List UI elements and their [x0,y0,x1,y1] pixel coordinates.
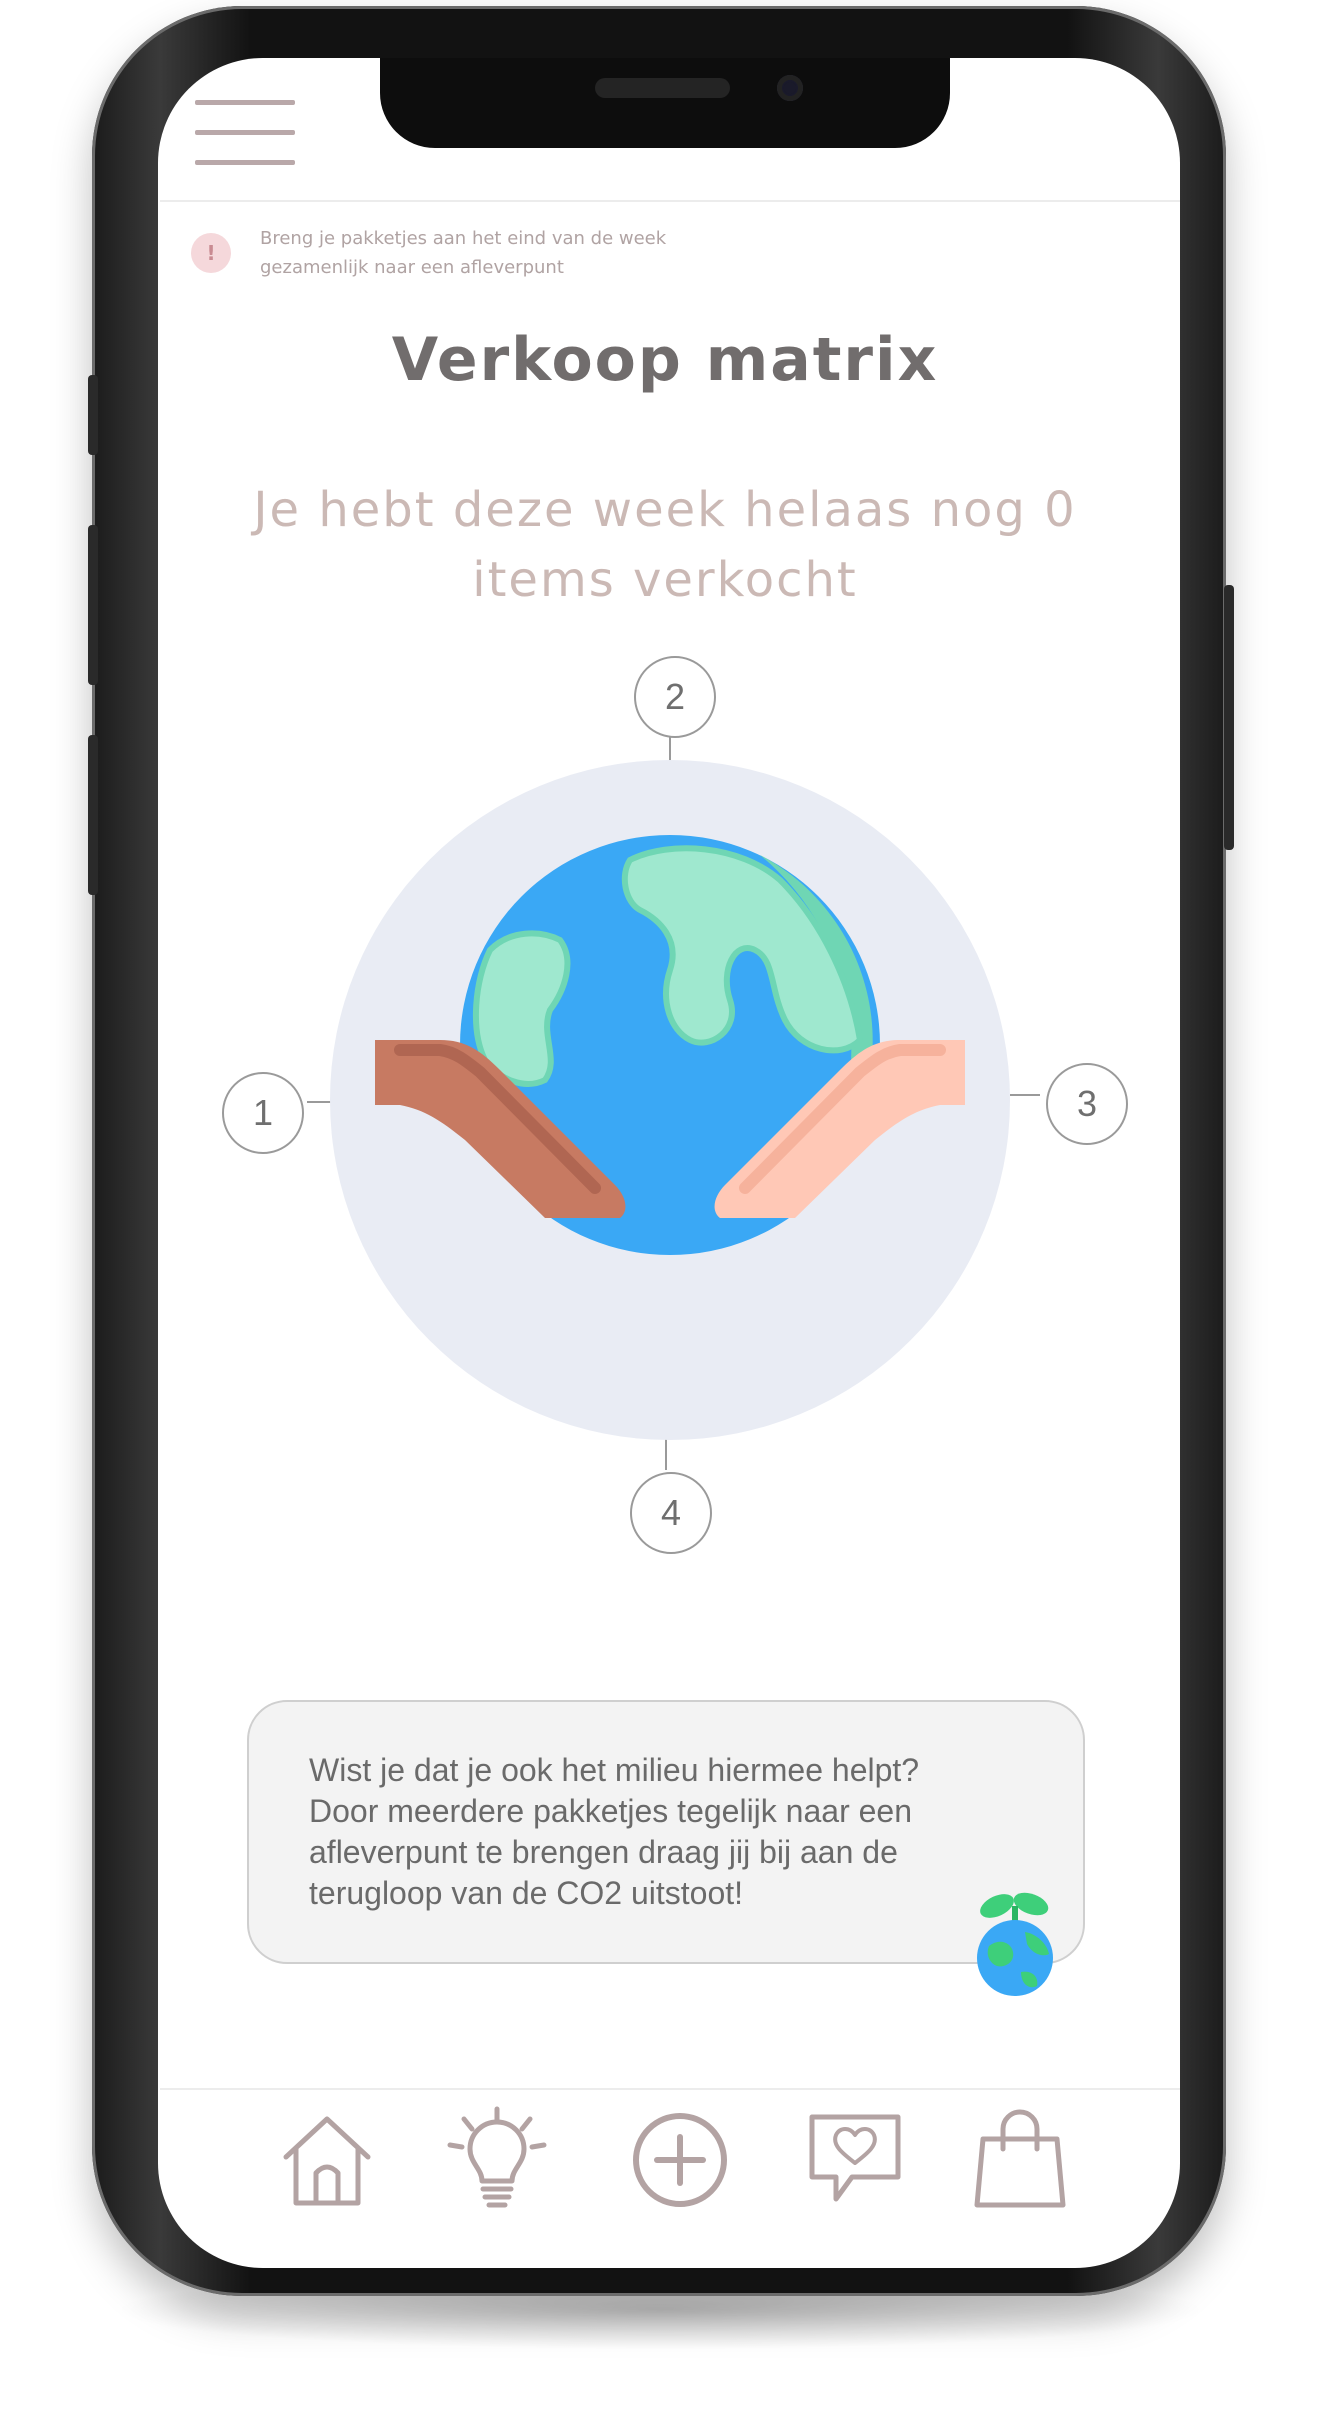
tip-box: Wist je dat je ook het milieu hiermee he… [247,1700,1085,1964]
sales-status-line-2: items verkocht [472,552,858,608]
speaker [595,78,730,98]
tip-line-1: Wist je dat je ook het milieu hiermee he… [309,1752,920,1788]
matrix-node-2[interactable]: 2 [634,656,716,738]
side-button-volume-up [88,525,98,685]
menu-line [195,130,295,135]
home-icon[interactable] [272,2105,382,2215]
tip-text: Wist je dat je ook het milieu hiermee he… [309,1750,1023,1914]
tip-line-2: Door meerdere pakketjes tegelijk naar ee… [309,1793,912,1829]
alert-line-2: gezamenlijk naar een afleverpunt [260,257,564,278]
notch [380,58,950,148]
matrix-node-3[interactable]: 3 [1046,1063,1128,1145]
side-button-volume-down [88,735,98,895]
sales-status-text: Je hebt deze week helaas nog 0 items ver… [230,475,1100,615]
side-button-power [1224,585,1234,850]
add-circle-icon[interactable] [625,2105,735,2215]
sprout-globe [977,1920,1053,1996]
chat-heart-icon[interactable] [800,2105,910,2215]
header-divider [160,200,1180,202]
shopping-bag-icon[interactable] [965,2105,1075,2215]
tip-line-4: terugloop van de CO2 uitstoot! [309,1875,744,1911]
earth-sprout-icon [977,1892,1053,1996]
side-button-silent [88,375,98,455]
menu-line [195,160,295,165]
hamburger-menu-icon[interactable] [190,95,300,170]
menu-line [195,100,295,105]
lightbulb-icon[interactable] [442,2105,552,2215]
matrix-node-1[interactable]: 1 [222,1072,304,1154]
alert-icon: ! [191,233,231,273]
sprout-leaf [980,1894,1014,1918]
alert-message: Breng je pakketjes aan het eind van de w… [260,224,780,282]
front-camera [777,75,803,101]
bottom-nav-divider [160,2088,1180,2090]
tip-line-3: afleverpunt te brengen draag jij bij aan… [309,1834,898,1870]
sales-matrix [307,735,1040,1470]
sales-status-line-1: Je hebt deze week helaas nog 0 [253,482,1077,538]
alert-line-1: Breng je pakketjes aan het eind van de w… [260,228,667,249]
matrix-node-4[interactable]: 4 [630,1472,712,1554]
page-title: Verkoop matrix [391,325,939,395]
